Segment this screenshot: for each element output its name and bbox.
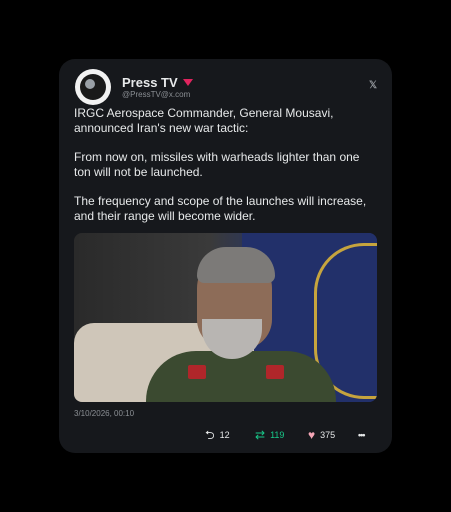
reply-count: 12	[219, 430, 230, 440]
like-button[interactable]: ♥ 375	[308, 428, 335, 442]
post-text: IRGC Aerospace Commander, General Mousav…	[74, 106, 379, 238]
post-timestamp[interactable]: 3/10/2026, 00:10	[74, 409, 134, 418]
author-name[interactable]: Press TV	[122, 75, 178, 90]
post-paragraph: IRGC Aerospace Commander, General Mousav…	[74, 106, 334, 135]
reply-button[interactable]: ⮌ 12	[205, 428, 230, 442]
image-hair	[197, 247, 275, 283]
author-name-row[interactable]: Press TV	[122, 75, 193, 90]
image-uniform	[146, 351, 336, 402]
post-image[interactable]	[74, 233, 377, 402]
post-card: Press TV @PressTV@x.com 𝕏 IRGC Aerospace…	[59, 59, 392, 453]
reply-icon: ⮌	[205, 428, 215, 442]
retweet-count: 119	[270, 430, 285, 440]
avatar[interactable]	[75, 69, 111, 105]
x-logo-icon[interactable]: 𝕏	[369, 80, 377, 91]
heart-icon: ♥	[308, 428, 316, 442]
image-badge	[188, 365, 206, 379]
author-handle[interactable]: @PressTV@x.com	[122, 90, 190, 99]
more-icon: •••	[358, 430, 366, 440]
like-count: 375	[320, 430, 336, 440]
image-badge	[266, 365, 284, 379]
post-paragraph: The frequency and scope of the launches …	[74, 194, 367, 223]
post-paragraph: From now on, missiles with warheads ligh…	[74, 150, 360, 179]
more-options-button[interactable]: •••	[358, 428, 366, 442]
retweet-button[interactable]: ⇄ 119	[255, 428, 284, 442]
retweet-icon: ⇄	[255, 428, 266, 442]
flag-icon	[182, 79, 193, 86]
